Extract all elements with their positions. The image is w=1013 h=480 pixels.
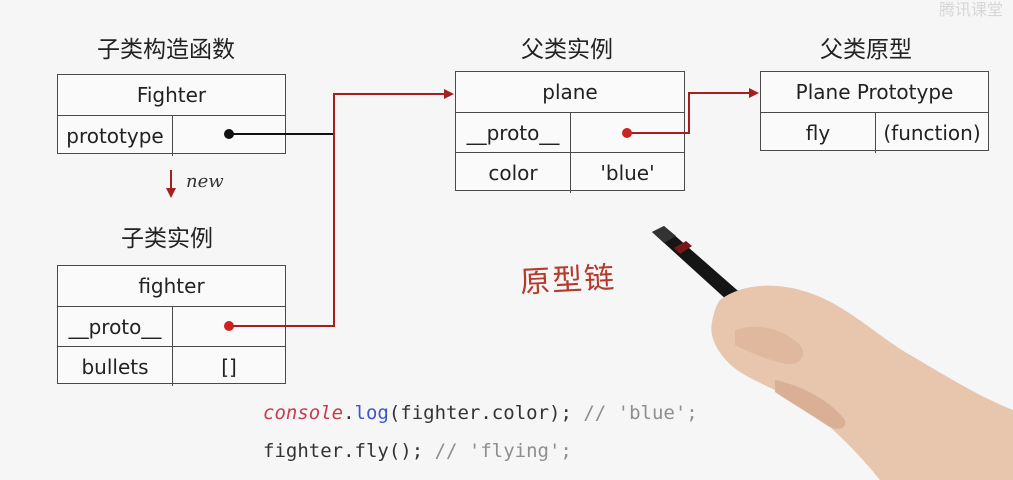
code-log: log <box>354 402 389 424</box>
plane-proto-pointer-line <box>627 88 759 134</box>
fighter-proto-pointer-dot <box>224 321 234 331</box>
prototype-pointer-dot <box>224 129 234 139</box>
new-label: new <box>186 171 224 192</box>
plane-proto-pointer-dot <box>622 128 632 138</box>
fighter-proto-pointer-line <box>230 89 454 327</box>
code-args: (fighter.color); <box>388 402 584 424</box>
code-comment-2: // 'flying'; <box>434 440 572 462</box>
code-console: console <box>263 402 344 424</box>
code-line-1: console.log(fighter.color); // 'blue'; <box>263 402 698 424</box>
code-comment-1: // 'blue'; <box>583 402 698 424</box>
prototype-chain-note: 原型链 <box>519 260 618 301</box>
code-stmt: fighter.fly(); <box>263 440 435 462</box>
code-dot: . <box>343 402 355 424</box>
code-line-2: fighter.fly(); // 'flying'; <box>263 440 572 462</box>
